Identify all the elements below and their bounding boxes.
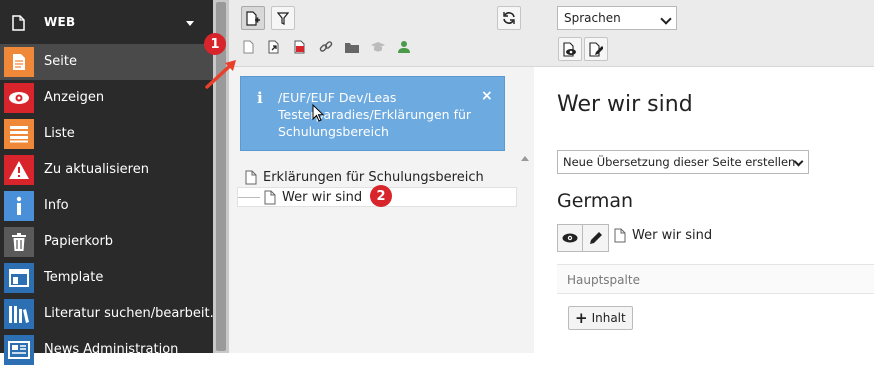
chevron-down-icon[interactable] [186, 21, 194, 26]
sidebar-item-label: Liste [44, 126, 75, 141]
trash-icon [4, 227, 34, 257]
sidebar-item-label: Papierkorb [44, 234, 114, 249]
link-icon[interactable] [317, 38, 335, 56]
books-icon [4, 299, 34, 329]
sidebar-item-template[interactable]: Template [0, 260, 213, 296]
file-icon [12, 15, 25, 35]
sidebar-item-anzeigen[interactable]: Anzeigen [0, 80, 213, 116]
annotation-marker-1: 1 [204, 33, 226, 55]
language-select[interactable]: Sprachen [557, 6, 677, 30]
mouse-cursor-icon [312, 104, 324, 122]
page-path-info-box: i /EUF/EUF Dev/Leas Testerparadies/Erklä… [240, 76, 505, 151]
page-title: Wer wir sind [557, 92, 693, 117]
plus-icon: + [575, 309, 588, 327]
refresh-icon [503, 12, 515, 24]
warning-icon [4, 155, 34, 185]
folder-icon[interactable] [343, 38, 361, 56]
info-icon [4, 191, 34, 221]
view-button[interactable] [557, 224, 583, 252]
chevron-down-icon [660, 13, 672, 25]
tree-node[interactable]: Erklärungen für Schulungsbereich [245, 167, 484, 187]
translation-select[interactable]: Neue Übersetzung dieser Seite erstellen [557, 150, 809, 174]
language-heading: German [557, 190, 634, 212]
edit-page-properties-button[interactable] [584, 37, 608, 61]
page-action-buttons [557, 224, 609, 252]
module-group-web[interactable]: WEB [0, 0, 213, 44]
graduation-cap-icon[interactable] [369, 38, 387, 56]
sidebar-item-label: News Administration [44, 342, 179, 357]
sidebar-item-label: Seite [44, 54, 77, 69]
view-page-button[interactable] [558, 37, 582, 61]
page-icon [4, 47, 34, 77]
add-content-button[interactable]: + Inhalt [568, 306, 633, 330]
page-tree-panel: 1 i /EUF/EUF Dev/Leas Testerparadies/Erk… [204, 0, 534, 353]
page-icon [614, 228, 626, 243]
content-toolbar: Sprachen [534, 0, 874, 67]
doctype-standard-page-icon[interactable] [239, 38, 257, 56]
view-page-icon [563, 41, 576, 57]
doctype-link-page-icon[interactable] [265, 38, 283, 56]
eye-icon [562, 233, 578, 243]
sidebar-item-label: Template [44, 270, 104, 285]
annotation-marker-2: 2 [370, 185, 392, 207]
filter-icon [277, 11, 289, 25]
page-icon [264, 190, 276, 204]
doctype-shortcut-icon[interactable] [291, 38, 309, 56]
page-tree-scrollbar[interactable] [518, 152, 532, 353]
pencil-icon [589, 232, 602, 244]
filter-button[interactable] [271, 6, 295, 30]
sidebar-item-label: Info [44, 198, 69, 213]
module-group-label: WEB [44, 15, 76, 29]
sidebar-item-papierkorb[interactable]: Papierkorb [0, 224, 213, 260]
tree-node-label: Wer wir sind [282, 189, 363, 205]
sidebar-item-label: Literatur suchen/bearbeit... [44, 306, 223, 321]
tree-connector-line [238, 196, 260, 198]
new-page-button[interactable] [241, 6, 265, 30]
content-area: Sprachen Wer wir sind Neue Übersetzung d… [534, 0, 874, 353]
user-icon[interactable] [395, 38, 413, 56]
column-header: Hauptspalte [557, 264, 874, 294]
template-icon [4, 263, 34, 293]
sidebar-item-zu-aktualisieren[interactable]: Zu aktualisieren [0, 152, 213, 188]
annotation-arrow-icon [205, 60, 236, 89]
close-icon[interactable]: × [481, 88, 493, 104]
translation-select-value: Neue Übersetzung dieser Seite erstellen [563, 155, 796, 169]
edit-button[interactable] [583, 224, 609, 252]
refresh-button[interactable] [497, 6, 521, 30]
edit-page-icon [589, 41, 603, 57]
page-reference-label: Wer wir sind [632, 228, 713, 243]
language-select-value: Sprachen [564, 11, 621, 25]
news-icon [4, 335, 34, 365]
new-page-icon [246, 10, 260, 26]
sidebar-item-literatur[interactable]: Literatur suchen/bearbeit... [0, 296, 222, 332]
sidebar-item-liste[interactable]: Liste [0, 116, 213, 152]
page-tree-toolbar: 1 [204, 0, 534, 67]
sidebar-item-label: Zu aktualisieren [44, 162, 149, 177]
scroll-up-arrow-icon[interactable] [521, 156, 529, 161]
tree-node-label: Erklärungen für Schulungsbereich [263, 169, 484, 185]
sidebar-item-label: Anzeigen [44, 90, 105, 105]
sidebar-item-seite[interactable]: Seite [0, 44, 213, 80]
eye-icon [4, 83, 34, 113]
list-icon [4, 119, 34, 149]
column-label: Hauptspalte [567, 273, 640, 287]
add-content-label: Inhalt [591, 311, 626, 325]
page-reference[interactable]: Wer wir sind [614, 228, 712, 243]
page-icon [245, 170, 257, 184]
page-path-text: /EUF/EUF Dev/Leas Testerparadies/Erkläru… [278, 90, 472, 139]
sidebar-item-news-administration[interactable]: News Administration [0, 332, 213, 368]
sidebar-item-info[interactable]: Info [0, 188, 213, 224]
module-sidebar: WEB Seite Anzeigen Liste Zu aktualisiere… [0, 0, 222, 365]
info-icon: i [257, 89, 263, 107]
